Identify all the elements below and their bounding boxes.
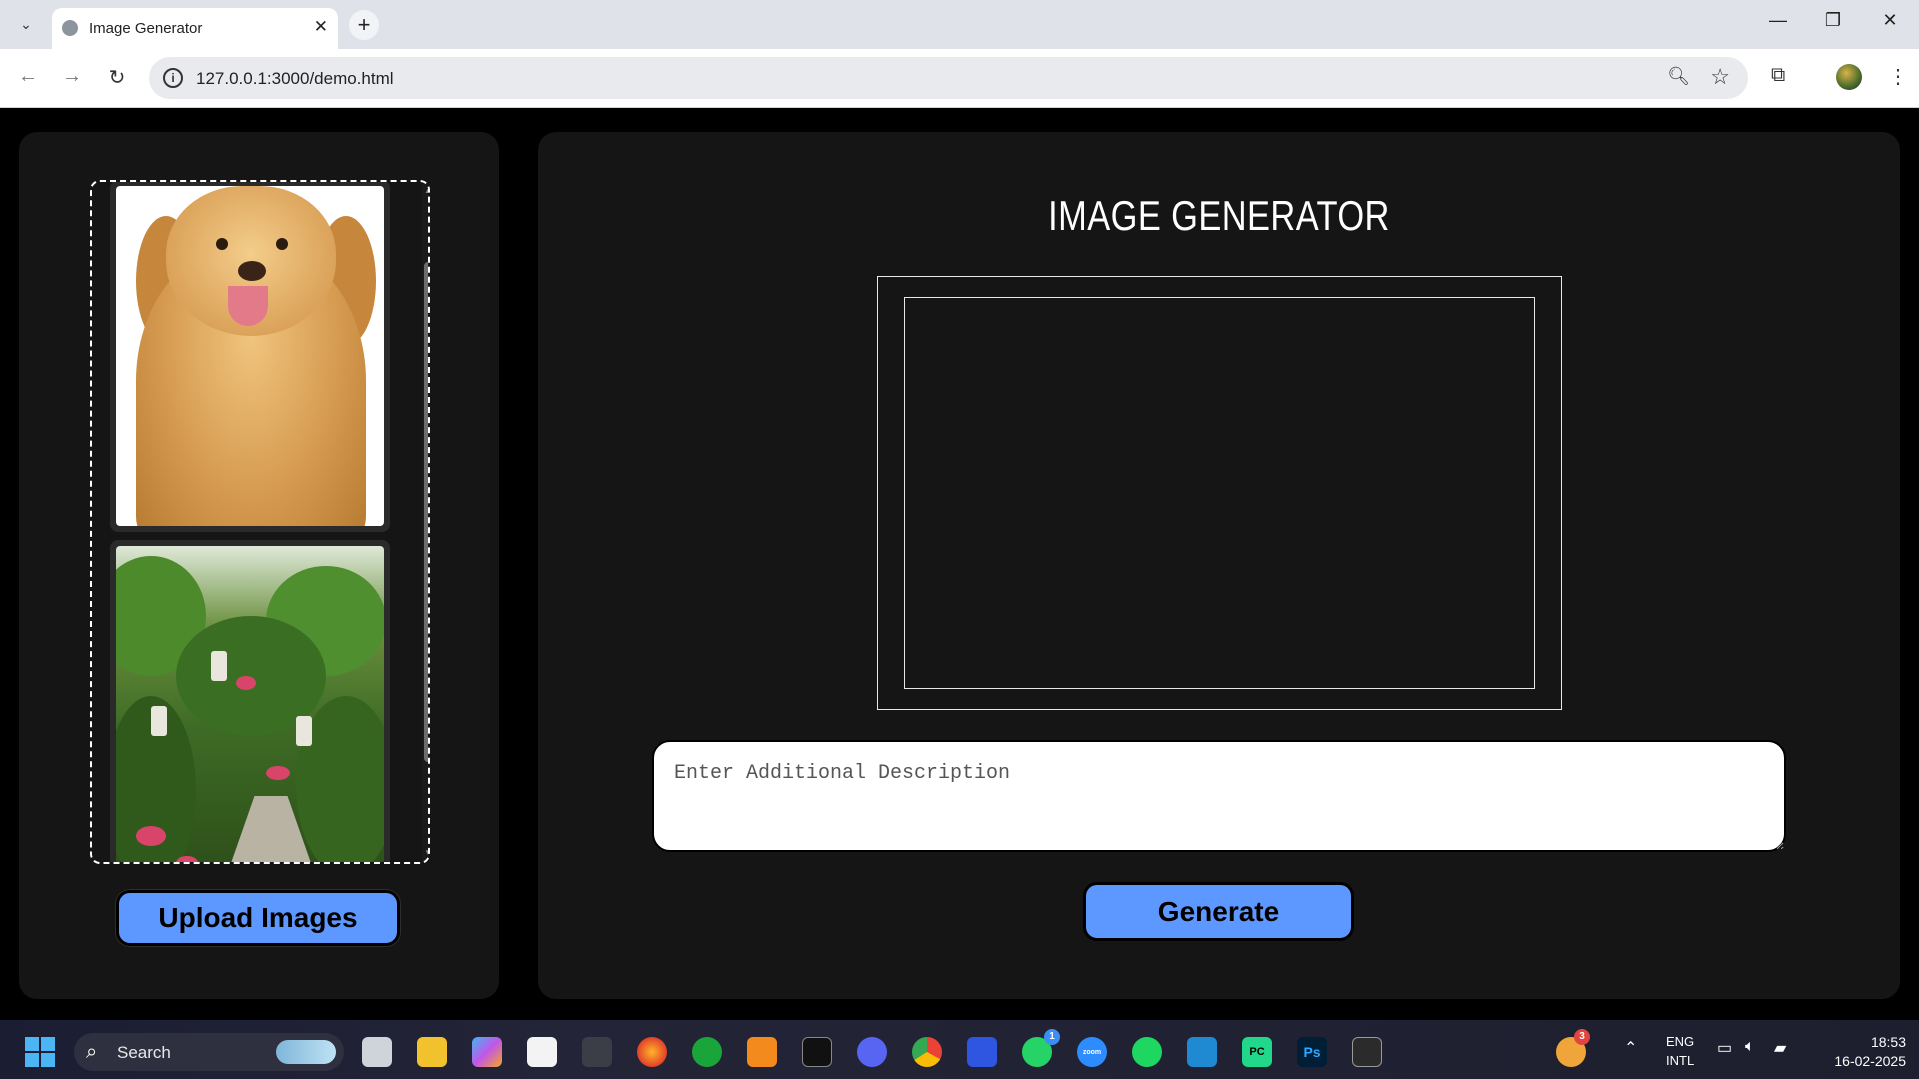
windows-start-icon[interactable]	[25, 1037, 55, 1067]
pycharm-icon[interactable]: PC	[1242, 1037, 1272, 1067]
chrome-icon[interactable]	[912, 1037, 942, 1067]
globe-icon	[62, 20, 78, 36]
unity-icon[interactable]	[582, 1037, 612, 1067]
page-title: IMAGE GENERATOR	[1048, 192, 1390, 239]
kebab-menu-icon[interactable]: ⋮	[1888, 64, 1908, 89]
generated-image-area	[904, 297, 1535, 689]
weather-badge: 3	[1574, 1029, 1590, 1045]
language-indicator[interactable]: ENG INTL	[1666, 1032, 1694, 1070]
back-arrow-icon[interactable]: ←	[14, 65, 42, 88]
file-explorer-icon[interactable]	[417, 1037, 447, 1067]
extensions-puzzle-icon[interactable]: ⧉	[1771, 64, 1785, 87]
url-text[interactable]: 127.0.0.1:3000/demo.html	[196, 69, 394, 89]
battery-icon[interactable]: ▰	[1774, 1038, 1786, 1058]
generator-panel: IMAGE GENERATOR Generate	[538, 132, 1900, 999]
gallery-scrollbar[interactable]: ▲ ▼	[422, 182, 428, 862]
toggl-icon[interactable]	[967, 1037, 997, 1067]
taskbar-search[interactable]: ⌕ Search	[74, 1033, 344, 1071]
microsoft-store-icon[interactable]	[527, 1037, 557, 1067]
weather-widget-icon[interactable]: 3	[1556, 1029, 1590, 1067]
network-icon[interactable]: ▭	[1717, 1038, 1732, 1058]
copilot-icon[interactable]	[472, 1037, 502, 1067]
forward-arrow-icon[interactable]: →	[58, 65, 86, 88]
spotify-icon[interactable]	[1132, 1037, 1162, 1067]
image-gallery[interactable]: ▲ ▼	[90, 180, 430, 864]
zoom-app-icon[interactable]: zoom	[1077, 1037, 1107, 1067]
browser-tab-bar: ⌄ Image Generator ✕ + — ❐ ✕	[0, 0, 1919, 49]
language-layout: INTL	[1666, 1053, 1695, 1068]
taskbar-search-label: Search	[117, 1043, 171, 1062]
powershell-icon[interactable]	[1352, 1037, 1382, 1067]
browser-toolbar: ← → ↻ i 127.0.0.1:3000/demo.html 🔍︎ ☆ ⧉ …	[0, 49, 1919, 108]
browser-tab[interactable]: Image Generator ✕	[52, 8, 338, 49]
site-info-icon[interactable]: i	[163, 68, 183, 88]
scrollbar-thumb[interactable]	[424, 262, 428, 762]
windows-taskbar: ⌕ Search 1 zoom PC Ps 3 ⌃ ENG INTL ▭ 🔈︎ …	[0, 1020, 1919, 1079]
tab-search-chevron-icon[interactable]: ⌄	[14, 12, 38, 36]
clock-date: 16-02-2025	[1834, 1053, 1906, 1069]
clock[interactable]: 18:53 16-02-2025	[1816, 1033, 1906, 1071]
whatsapp-badge: 1	[1044, 1029, 1060, 1045]
discord-icon[interactable]	[857, 1037, 887, 1067]
terminal-icon[interactable]	[802, 1037, 832, 1067]
search-icon: ⌕	[86, 1041, 98, 1063]
restore-icon[interactable]: ❐	[1813, 10, 1853, 31]
search-highlight-icon	[276, 1040, 336, 1064]
address-bar[interactable]: i 127.0.0.1:3000/demo.html 🔍︎ ☆	[149, 57, 1748, 99]
sublime-text-icon[interactable]	[747, 1037, 777, 1067]
uploaded-images-panel: ▲ ▼ Upload Images	[19, 132, 499, 999]
xbox-icon[interactable]	[692, 1037, 722, 1067]
clock-time: 18:53	[1870, 1034, 1906, 1050]
window-close-icon[interactable]: ✕	[1870, 10, 1910, 31]
volume-icon[interactable]: 🔈︎	[1745, 1038, 1755, 1056]
uploaded-image-garden[interactable]	[110, 540, 390, 862]
new-tab-button[interactable]: +	[349, 10, 379, 40]
generate-button[interactable]: Generate	[1083, 882, 1354, 941]
bookmark-star-icon[interactable]: ☆	[1710, 64, 1730, 90]
tray-chevron-up-icon[interactable]: ⌃	[1624, 1038, 1637, 1058]
description-input[interactable]	[652, 740, 1786, 852]
page-content: ▲ ▼ Upload Images IMAGE GENERATOR Genera…	[0, 109, 1919, 1020]
firefox-icon[interactable]	[637, 1037, 667, 1067]
minimize-icon[interactable]: —	[1758, 10, 1798, 31]
reload-icon[interactable]: ↻	[103, 65, 131, 90]
language-code: ENG	[1666, 1034, 1695, 1049]
upload-images-button[interactable]: Upload Images	[116, 890, 400, 946]
garden-image	[116, 546, 384, 862]
tab-title: Image Generator	[89, 20, 203, 37]
profile-avatar[interactable]	[1836, 64, 1862, 90]
task-view-icon[interactable]	[362, 1037, 392, 1067]
vscode-icon[interactable]	[1187, 1037, 1217, 1067]
close-tab-icon[interactable]: ✕	[314, 17, 328, 37]
zoom-icon[interactable]: 🔍︎	[1667, 66, 1690, 87]
uploaded-image-dog[interactable]	[110, 182, 390, 532]
whatsapp-icon[interactable]: 1	[1022, 1029, 1060, 1067]
photoshop-icon[interactable]: Ps	[1297, 1037, 1327, 1067]
dog-image	[116, 186, 384, 526]
